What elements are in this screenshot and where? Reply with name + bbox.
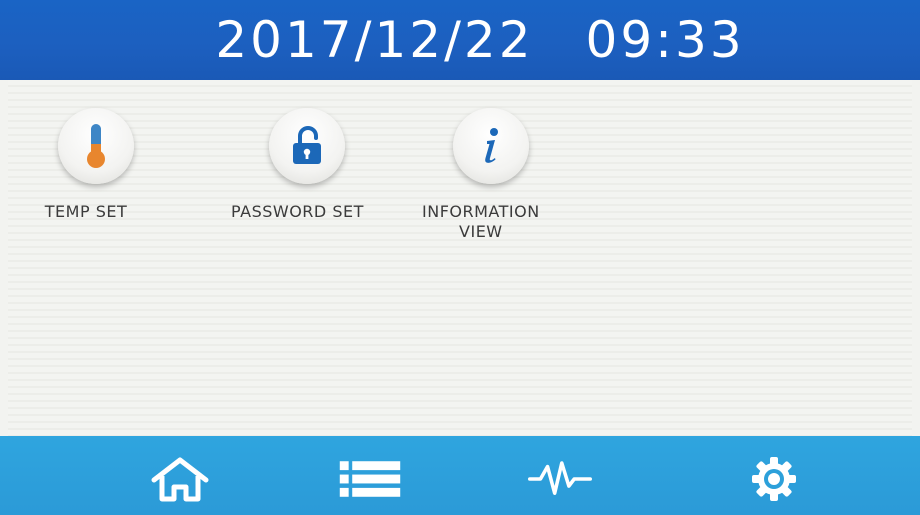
bottom-nav-bar — [0, 436, 920, 515]
home-icon — [151, 457, 209, 502]
temp-set-label: TEMP SET — [44, 202, 128, 221]
temp-set-app[interactable]: TEMP SET — [45, 108, 134, 222]
home-nav-button[interactable] — [148, 454, 212, 504]
menu-list-icon — [339, 461, 401, 497]
pulse-icon — [528, 461, 592, 495]
information-view-button[interactable] — [452, 108, 529, 184]
information-view-label: INFORMATION VIEW — [422, 202, 540, 241]
date-text: 2017/12/22 — [215, 11, 534, 69]
settings-nav-button[interactable] — [742, 454, 806, 504]
thermometer-icon — [87, 124, 105, 168]
unlock-icon — [293, 126, 322, 164]
time-text: 09:33 — [585, 11, 745, 69]
monitor-nav-button[interactable] — [528, 454, 592, 504]
date-time-display: 2017/12/22 09:33 — [215, 11, 744, 69]
info-icon — [484, 128, 498, 163]
menu-nav-button[interactable] — [338, 454, 402, 504]
information-view-app[interactable]: INFORMATION VIEW — [422, 108, 540, 242]
password-set-app[interactable]: PASSWORD SET — [231, 108, 364, 222]
temp-set-button[interactable] — [58, 108, 134, 184]
password-set-label: PASSWORD SET — [231, 202, 364, 221]
gear-icon — [752, 457, 796, 501]
password-set-button[interactable] — [269, 108, 346, 184]
app-grid: TEMP SET PASSWORD SET INFORMATION VIEW — [8, 80, 912, 436]
status-bar: 2017/12/22 09:33 — [0, 0, 920, 80]
